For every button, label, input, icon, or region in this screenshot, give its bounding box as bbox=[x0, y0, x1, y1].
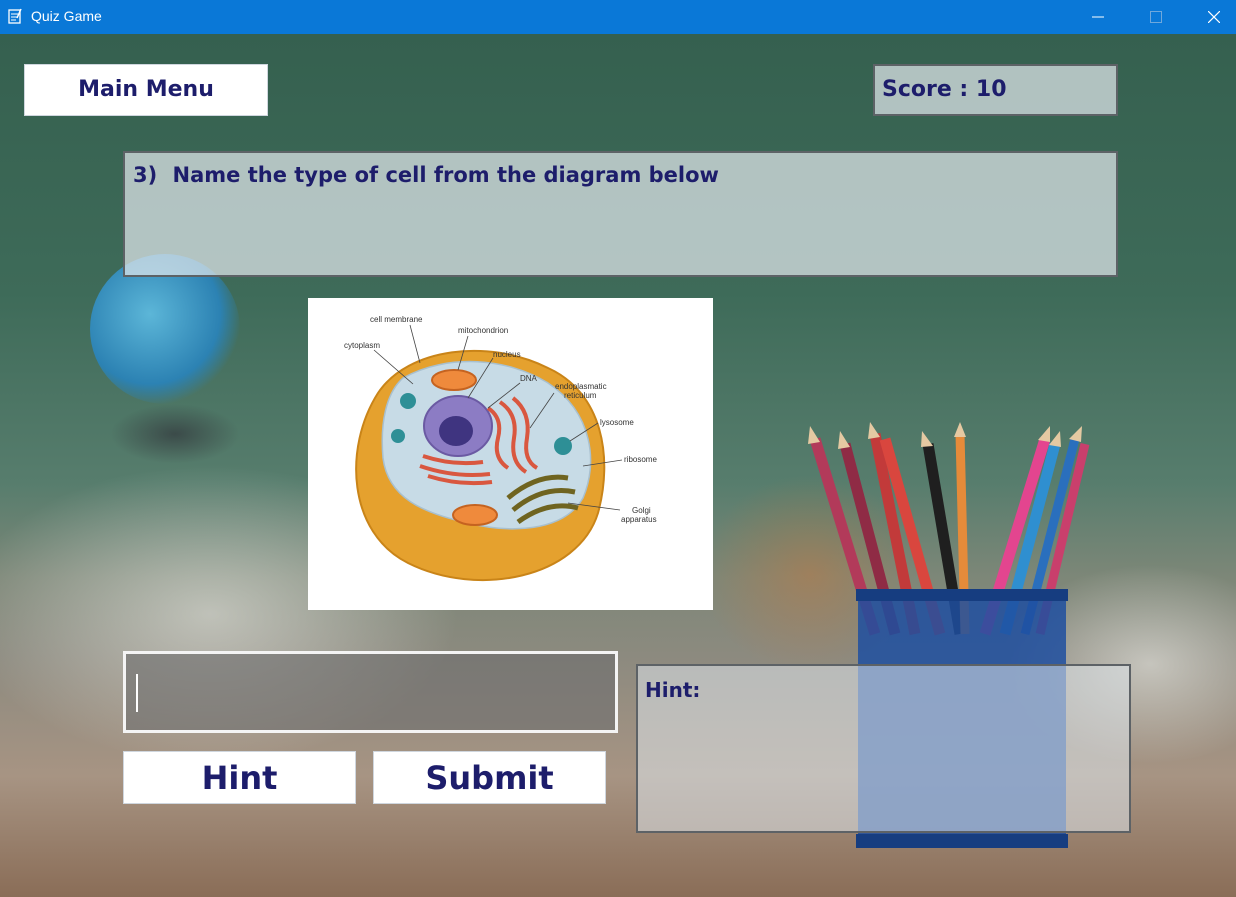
window-title: Quiz Game bbox=[31, 8, 102, 24]
label-ribosome: ribosome bbox=[624, 455, 657, 464]
label-golgi-line1: Golgi bbox=[632, 506, 651, 515]
label-dna: DNA bbox=[520, 374, 538, 383]
mitochondrion-shape bbox=[431, 369, 477, 391]
maximize-button[interactable] bbox=[1128, 0, 1186, 34]
minimize-button[interactable] bbox=[1070, 0, 1128, 34]
label-nucleus: nucleus bbox=[493, 350, 521, 359]
notepad-icon bbox=[8, 8, 22, 24]
label-cytoplasm: cytoplasm bbox=[344, 341, 380, 350]
label-er-line1: endoplasmatic bbox=[555, 382, 607, 391]
dna-shape bbox=[439, 416, 473, 446]
score-display: Score : 10 bbox=[873, 64, 1118, 116]
submit-button[interactable]: Submit bbox=[373, 751, 606, 804]
title-bar: Quiz Game bbox=[0, 0, 1236, 34]
label-cell-membrane: cell membrane bbox=[370, 315, 423, 324]
hint-label: Hint: bbox=[645, 678, 701, 702]
cell-diagram-image: cell membrane mitochondrion cytoplasm nu… bbox=[308, 298, 713, 610]
label-lysosome: lysosome bbox=[600, 418, 634, 427]
lysosome-shape-2 bbox=[400, 393, 416, 409]
hint-button[interactable]: Hint bbox=[123, 751, 356, 804]
mitochondrion-shape-2 bbox=[452, 504, 498, 526]
minimize-icon bbox=[1092, 16, 1104, 18]
animal-cell-illustration: cell membrane mitochondrion cytoplasm nu… bbox=[344, 315, 657, 582]
label-golgi-line2: apparatus bbox=[621, 515, 657, 524]
main-menu-button[interactable]: Main Menu bbox=[24, 64, 268, 116]
label-mitochondrion: mitochondrion bbox=[458, 326, 508, 335]
question-text: Name the type of cell from the diagram b… bbox=[172, 163, 719, 187]
close-button[interactable] bbox=[1186, 0, 1236, 34]
text-caret bbox=[136, 674, 138, 712]
hint-panel: Hint: bbox=[636, 664, 1131, 833]
label-er-line2: reticulum bbox=[564, 391, 597, 400]
question-number: 3) bbox=[133, 163, 158, 187]
question-panel: 3) Name the type of cell from the diagra… bbox=[123, 151, 1118, 277]
classroom-background: Main Menu Score : 10 3) Name the type of… bbox=[0, 34, 1236, 897]
lysosome-shape-3 bbox=[391, 429, 405, 443]
lysosome-shape bbox=[554, 437, 572, 455]
close-icon bbox=[1208, 11, 1220, 23]
answer-input[interactable] bbox=[123, 651, 618, 733]
maximize-icon bbox=[1150, 11, 1162, 23]
